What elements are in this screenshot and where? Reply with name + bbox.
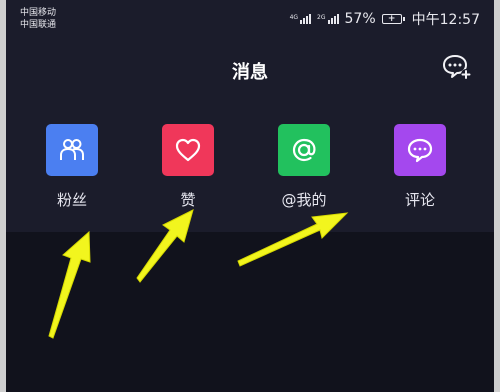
annotation-arrow-icon — [48, 230, 91, 339]
annotation-arrows — [48, 209, 349, 339]
annotation-arrow-icon — [237, 212, 349, 267]
annotation-arrow-icon — [136, 209, 194, 283]
